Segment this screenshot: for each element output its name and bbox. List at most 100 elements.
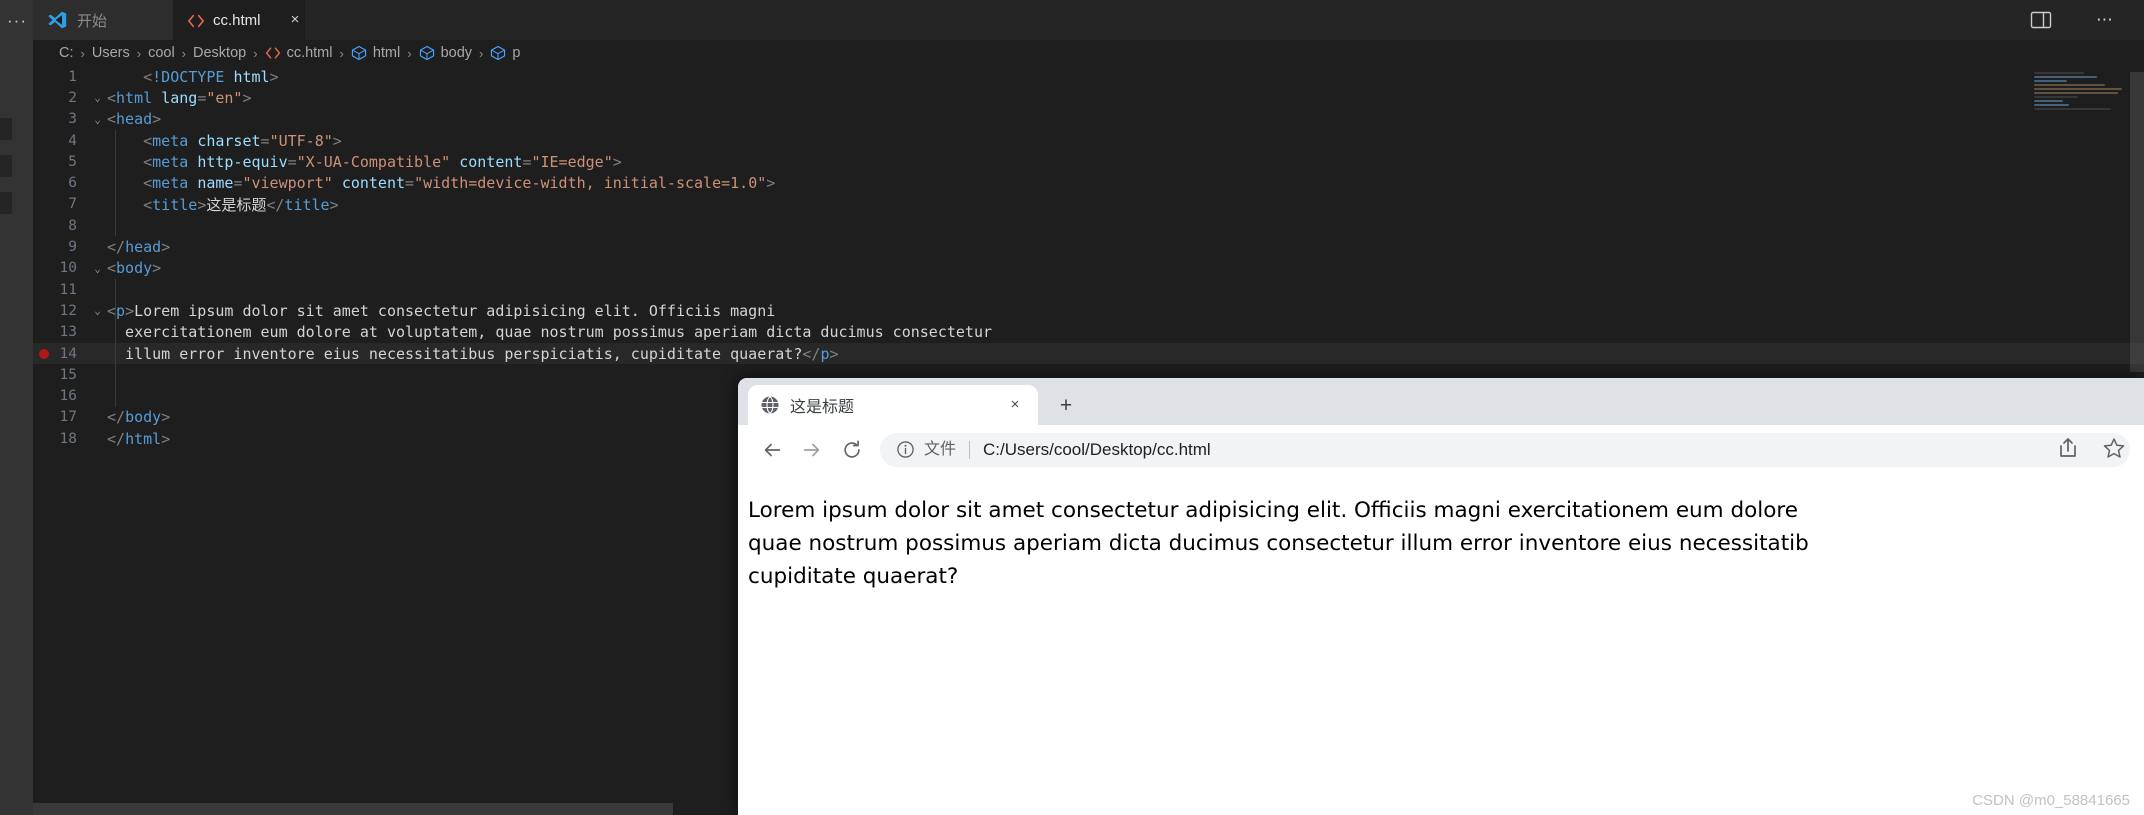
line-number: 6 <box>68 175 77 192</box>
address-bar-scheme-label: 文件 <box>924 440 971 459</box>
breadcrumb-item-users[interactable]: Users <box>92 45 130 61</box>
code-line[interactable]: 6 <meta name="viewport" content="width=d… <box>33 172 2144 194</box>
info-circle-icon[interactable] <box>896 440 915 459</box>
breadcrumb-item-cool[interactable]: cool <box>148 45 175 61</box>
breadcrumb-separator: › <box>479 45 484 61</box>
browser-tab-title: 这是标题 <box>790 399 855 416</box>
breadcrumb-item-p[interactable]: p <box>490 45 520 61</box>
line-number: 9 <box>68 239 77 256</box>
code-text: <meta name="viewport" content="width=dev… <box>107 174 776 193</box>
browser-toolbar-actions <box>2056 436 2126 465</box>
breadcrumb-separator: › <box>407 45 412 61</box>
code-line[interactable]: 7 <title>这是标题</title> <box>33 193 2144 216</box>
split-editor-layout-icon[interactable] <box>2030 9 2052 31</box>
editor-tab-bar: 开始 cc.html × ⋯ <box>33 0 2144 40</box>
editor-vertical-scrollbar[interactable] <box>2130 72 2144 372</box>
vscode-logo-icon <box>48 11 67 29</box>
line-number: 11 <box>59 281 77 298</box>
forward-button[interactable] <box>792 430 832 470</box>
line-number: 16 <box>59 388 77 405</box>
code-text: </head> <box>107 238 171 257</box>
breadcrumb: C: › Users › cool › Desktop › cc.html › … <box>33 40 2144 66</box>
browser-toolbar: 文件 C:/Users/cool/Desktop/cc.html <box>738 425 2144 474</box>
browser-tab-close-button[interactable]: × <box>1004 394 1026 416</box>
line-number: 7 <box>68 196 77 213</box>
code-line[interactable]: 11 <box>33 278 2144 301</box>
code-text: <title>这是标题</title> <box>107 195 339 214</box>
indent-guide <box>115 215 116 237</box>
fold-chevron-icon[interactable]: ⌄ <box>88 113 107 126</box>
code-text: <meta charset="UTF-8"> <box>107 131 342 150</box>
code-line[interactable]: 14 illum error inventore eius necessitat… <box>33 342 2144 365</box>
indent-guide <box>115 193 116 216</box>
breadcrumb-item-c[interactable]: C: <box>59 45 74 61</box>
breadcrumb-label: cool <box>148 45 175 61</box>
line-number: 8 <box>68 217 77 234</box>
breadcrumb-item-html[interactable]: html <box>351 45 400 61</box>
symbol-cube-icon <box>351 45 366 61</box>
line-number: 2 <box>68 89 77 106</box>
code-text: <body> <box>107 259 162 278</box>
tab-start[interactable]: 开始 <box>33 0 173 40</box>
address-bar-url[interactable]: C:/Users/cool/Desktop/cc.html <box>983 440 2114 460</box>
code-text: <meta http-equiv="X-UA-Compatible" conte… <box>107 152 622 171</box>
browser-tab[interactable]: 这是标题 × <box>748 385 1038 425</box>
code-line[interactable]: 9 </head> <box>33 236 2144 257</box>
breadcrumb-item-cc-html[interactable]: cc.html <box>265 45 332 61</box>
code-line[interactable]: 3 ⌄ <head> <box>33 109 2144 130</box>
code-text: <!DOCTYPE html> <box>107 67 279 86</box>
fold-chevron-icon[interactable]: ⌄ <box>88 304 107 317</box>
share-icon[interactable] <box>2056 436 2080 465</box>
line-number: 12 <box>59 302 77 319</box>
tab-close-button[interactable]: × <box>285 10 305 30</box>
code-line[interactable]: 1 <!DOCTYPE html> <box>33 66 2144 87</box>
breadcrumb-label: body <box>440 45 473 61</box>
code-line[interactable]: 10 ⌄ <body> <box>33 258 2144 279</box>
activity-bar-chip <box>0 192 12 214</box>
code-line[interactable]: 8 <box>33 215 2144 237</box>
toolbar-more-icon[interactable]: ⋯ <box>2096 9 2114 31</box>
indent-guide <box>115 321 116 343</box>
fold-chevron-icon[interactable]: ⌄ <box>88 91 107 104</box>
reload-button[interactable] <box>832 430 872 470</box>
breadcrumb-label: C: <box>59 45 74 61</box>
breadcrumb-separator: › <box>339 45 344 61</box>
minimap[interactable] <box>2034 72 2130 116</box>
indent-guide <box>115 342 116 365</box>
breadcrumb-item-desktop[interactable]: Desktop <box>193 45 246 61</box>
breadcrumb-item-body[interactable]: body <box>419 45 472 61</box>
fold-chevron-icon[interactable]: ⌄ <box>88 262 107 275</box>
browser-page-content: Lorem ipsum dolor sit amet consectetur a… <box>738 474 2144 815</box>
editor-horizontal-scrollbar[interactable] <box>33 803 673 815</box>
breadcrumb-separator: › <box>80 45 85 61</box>
watermark: CSDN @m0_58841665 <box>1972 792 2130 809</box>
code-line[interactable]: 4 <meta charset="UTF-8"> <box>33 129 2144 152</box>
indent-guide <box>115 385 116 407</box>
symbol-cube-icon <box>491 45 506 61</box>
html-file-icon <box>265 47 280 59</box>
breadcrumb-label: p <box>512 45 521 61</box>
code-line[interactable]: 2 ⌄ <html lang="en"> <box>33 87 2144 108</box>
breakpoint-icon[interactable] <box>39 348 49 359</box>
new-tab-button[interactable]: + <box>1052 392 1080 420</box>
breadcrumb-separator: › <box>253 45 258 61</box>
globe-icon <box>761 396 779 414</box>
line-number: 5 <box>68 153 77 170</box>
indent-guide <box>115 172 116 194</box>
screen: ··· 开始 cc.html × ⋯ C: › Users › cool › D… <box>0 0 2144 815</box>
line-number: 4 <box>68 132 77 149</box>
indent-guide <box>115 129 116 152</box>
html-file-icon <box>187 14 205 27</box>
ellipsis-icon[interactable]: ··· <box>2 8 32 34</box>
back-button[interactable] <box>752 430 792 470</box>
code-text: exercitationem eum dolore at voluptatem,… <box>107 323 993 342</box>
code-line[interactable]: 13 exercitationem eum dolore at voluptat… <box>33 321 2144 343</box>
address-bar[interactable]: 文件 C:/Users/cool/Desktop/cc.html <box>880 432 2130 467</box>
breadcrumb-label: Users <box>91 45 130 61</box>
indent-guide <box>115 151 116 173</box>
line-number: 13 <box>59 324 77 341</box>
star-icon[interactable] <box>2102 436 2126 465</box>
code-line[interactable]: 12 ⌄ <p>Lorem ipsum dolor sit amet consect… <box>33 300 2144 322</box>
code-text: <p>Lorem ipsum dolor sit amet consectetu… <box>107 301 776 320</box>
code-line[interactable]: 5 <meta http-equiv="X-UA-Compatible" con… <box>33 151 2144 173</box>
